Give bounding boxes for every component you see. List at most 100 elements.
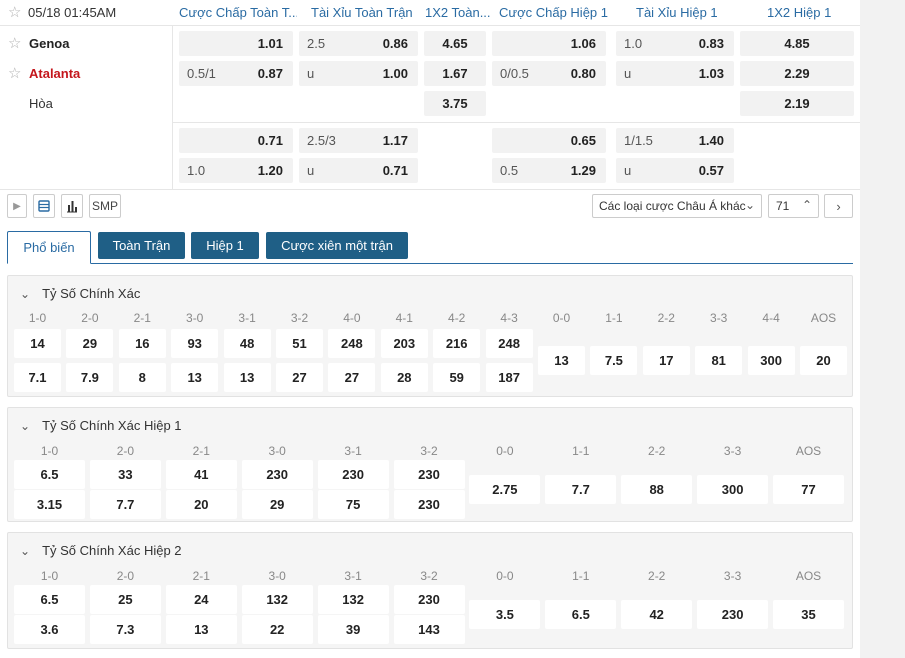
odds-button[interactable]: 2.75 (469, 475, 541, 504)
odds-button[interactable]: 39 (317, 615, 389, 644)
odds-button[interactable]: 6.5 (14, 585, 85, 614)
tab-half-1[interactable]: Hiệp 1 (191, 232, 259, 259)
odds-button[interactable]: 24 (165, 585, 237, 614)
list-button[interactable] (33, 194, 55, 218)
star-icon[interactable]: ☆ (8, 36, 23, 51)
odds-button[interactable]: 59 (433, 363, 481, 392)
odds-button[interactable]: 42 (621, 600, 693, 629)
odds-button[interactable]: 13 (223, 363, 271, 392)
odds-button[interactable]: 7.3 (89, 615, 161, 644)
odds-button[interactable]: 33 (89, 460, 161, 489)
odds-button[interactable]: 27 (328, 363, 376, 392)
odds-button[interactable]: 29 (66, 329, 114, 358)
tab-full-match[interactable]: Toàn Trận (98, 232, 185, 259)
odds-button[interactable]: 16 (118, 329, 166, 358)
odds-button[interactable]: 7.9 (66, 363, 114, 392)
odds-cell[interactable]: 1/1.5 1.40 (616, 128, 734, 153)
odds-cell[interactable]: 1.0 0.83 (616, 31, 734, 56)
odds-button[interactable]: 77 (773, 475, 844, 504)
tab-bet-builder[interactable]: Cược xiên một trận (266, 232, 408, 259)
odds-cell[interactable]: 1.67 (424, 61, 486, 86)
odds-button[interactable]: 3.5 (469, 600, 541, 629)
odds-button[interactable]: 203 (380, 329, 428, 358)
market-count-button[interactable]: 71 ⌃ (768, 194, 819, 218)
odds-cell[interactable]: 0.71 (179, 128, 293, 153)
odds-button[interactable]: 3.6 (14, 615, 85, 644)
odds-button[interactable]: 29 (241, 490, 313, 519)
odds-cell[interactable]: u 0.71 (299, 158, 418, 183)
odds-button[interactable]: 28 (380, 363, 428, 392)
panel-header[interactable]: ⌄ Tỷ Số Chính Xác Hiệp 2 (20, 543, 182, 558)
odds-button[interactable]: 216 (433, 329, 481, 358)
odds-button[interactable]: 3.15 (14, 490, 85, 519)
odds-cell[interactable]: 1.0 1.20 (179, 158, 293, 183)
odds-cell[interactable]: 3.75 (424, 91, 486, 116)
odds-button[interactable]: 6.5 (14, 460, 85, 489)
odds-cell[interactable]: 2.5 0.86 (299, 31, 418, 56)
star-icon[interactable]: ☆ (8, 5, 23, 20)
odds-button[interactable]: 48 (223, 329, 271, 358)
odds-cell[interactable]: 4.65 (424, 31, 486, 56)
odds-button[interactable]: 13 (171, 363, 219, 392)
odds-button[interactable]: 81 (695, 346, 743, 375)
odds-button[interactable]: 88 (621, 475, 693, 504)
odds-button[interactable]: 7.7 (89, 490, 161, 519)
odds-button[interactable]: 20 (165, 490, 237, 519)
odds-button[interactable]: 230 (697, 600, 769, 629)
smp-button[interactable]: SMP (89, 194, 121, 218)
odds-button[interactable]: 41 (165, 460, 237, 489)
odds-cell[interactable]: 0.5/1 0.87 (179, 61, 293, 86)
odds-cell[interactable]: 1.06 (492, 31, 606, 56)
odds-button[interactable]: 14 (14, 329, 61, 358)
odds-button[interactable]: 230 (393, 585, 465, 614)
play-button[interactable]: ▶ (7, 194, 27, 218)
odds-button[interactable]: 27 (276, 363, 323, 392)
odds-cell[interactable]: 2.5/3 1.17 (299, 128, 418, 153)
panel-header[interactable]: ⌄ Tỷ Số Chính Xác (20, 286, 140, 301)
odds-cell[interactable]: 2.29 (740, 61, 854, 86)
odds-button[interactable]: 51 (276, 329, 323, 358)
market-dropdown[interactable]: Các loại cược Châu Á khác ⌄ (592, 194, 762, 218)
odds-cell[interactable]: u 1.03 (616, 61, 734, 86)
odds-button[interactable]: 248 (485, 329, 533, 358)
odds-cell[interactable]: u 0.57 (616, 158, 734, 183)
odds-button[interactable]: 132 (317, 585, 389, 614)
odds-button[interactable]: 17 (642, 346, 690, 375)
odds-cell[interactable]: 1.01 (179, 31, 293, 56)
odds-cell[interactable]: 4.85 (740, 31, 854, 56)
odds-button[interactable]: 300 (747, 346, 795, 375)
odds-button[interactable]: 6.5 (545, 600, 617, 629)
odds-button[interactable]: 230 (241, 460, 313, 489)
odds-button[interactable]: 7.1 (14, 363, 61, 392)
odds-button[interactable]: 35 (773, 600, 844, 629)
odds-button[interactable]: 230 (317, 460, 389, 489)
odds-button[interactable]: 7.5 (590, 346, 638, 375)
odds-cell[interactable]: 2.19 (740, 91, 854, 116)
odds-button[interactable]: 13 (538, 346, 585, 375)
away-team[interactable]: ☆ Atalanta (8, 66, 80, 81)
star-icon[interactable]: ☆ (8, 66, 23, 81)
odds-button[interactable]: 20 (800, 346, 847, 375)
odds-cell[interactable]: 0.5 1.29 (492, 158, 606, 183)
odds-button[interactable]: 13 (165, 615, 237, 644)
odds-button[interactable]: 143 (393, 615, 465, 644)
panel-header[interactable]: ⌄ Tỷ Số Chính Xác Hiệp 1 (20, 418, 182, 433)
odds-button[interactable]: 93 (171, 329, 219, 358)
odds-button[interactable]: 7.7 (545, 475, 617, 504)
stats-button[interactable] (61, 194, 83, 218)
odds-button[interactable]: 248 (328, 329, 376, 358)
odds-button[interactable]: 300 (697, 475, 769, 504)
odds-cell[interactable]: u 1.00 (299, 61, 418, 86)
odds-button[interactable]: 187 (485, 363, 533, 392)
odds-button[interactable]: 75 (317, 490, 389, 519)
odds-button[interactable]: 8 (118, 363, 166, 392)
odds-cell[interactable]: 0/0.5 0.80 (492, 61, 606, 86)
odds-button[interactable]: 132 (241, 585, 313, 614)
odds-cell[interactable]: 0.65 (492, 128, 606, 153)
tab-popular[interactable]: Phổ biến (7, 231, 91, 264)
odds-button[interactable]: 22 (241, 615, 313, 644)
odds-button[interactable]: 230 (393, 490, 465, 519)
odds-button[interactable]: 25 (89, 585, 161, 614)
odds-button[interactable]: 230 (393, 460, 465, 489)
home-team[interactable]: ☆ Genoa (8, 36, 69, 51)
